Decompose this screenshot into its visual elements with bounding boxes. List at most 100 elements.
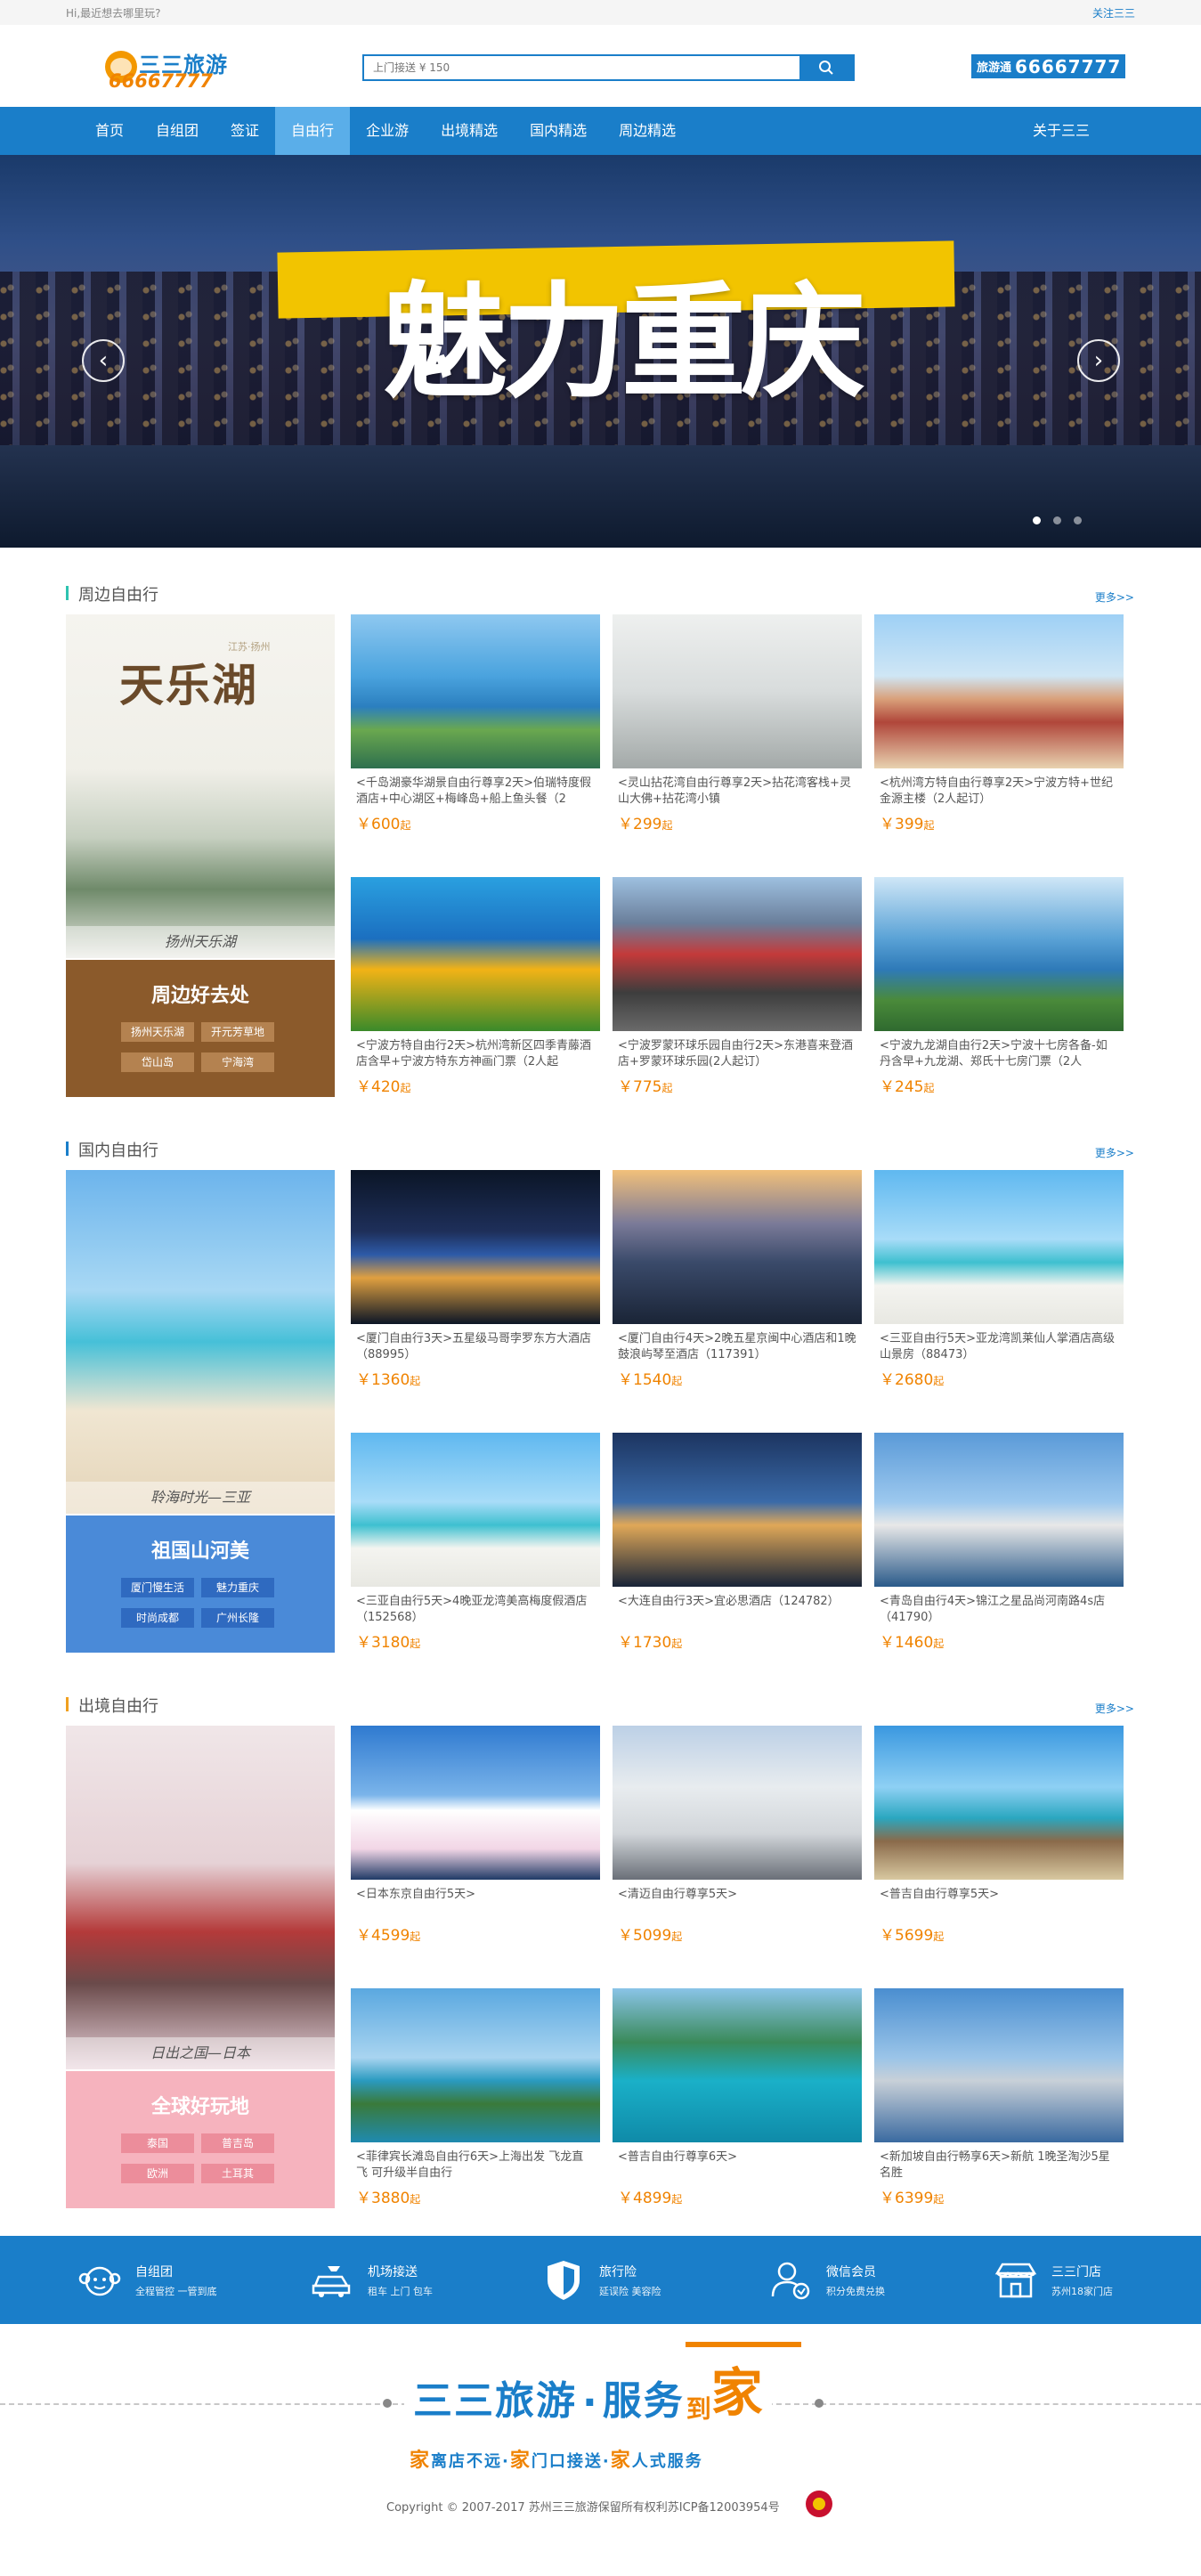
nav-item-group[interactable]: 自组团 [140,107,215,155]
product-image[interactable] [874,1988,1124,2142]
product-card[interactable]: <灵山拈花湾自由行尊享2天>拈花湾客栈+灵山大佛+拈花湾小镇 ￥299起 [613,614,862,857]
destination-tag[interactable]: 土耳其 [201,2164,274,2183]
nav-item-visa[interactable]: 签证 [215,107,275,155]
nav-item-home[interactable]: 首页 [79,107,140,155]
product-card[interactable]: <杭州湾方特自由行尊享2天>宁波方特+世纪金源主楼（2人起订） ￥399起 [874,614,1124,857]
follow-link[interactable]: 关注三三 [1092,5,1135,20]
feature-image[interactable]: 日出之国—日本 [66,1726,335,2069]
search-button[interactable] [799,56,853,79]
product-image[interactable] [351,1433,600,1587]
product-card[interactable]: <厦门自由行3天>五星级马哥孛罗东方大酒店（88995） ￥1360起 [351,1170,600,1412]
search-icon [819,61,833,75]
nav-item-about[interactable]: 关于三三 [1017,107,1106,155]
product-image[interactable] [351,1170,600,1324]
product-card[interactable]: <宁波方特自由行2天>杭州湾新区四季青藤酒店含早+宁波方特东方神画门票（2人起 ￥… [351,877,600,1119]
product-card[interactable]: <普吉自由行尊享6天> ￥4899起 [613,1988,862,2231]
product-image[interactable] [874,1433,1124,1587]
slogan-dao: 到 [686,2394,711,2424]
product-image[interactable] [874,877,1124,1031]
service-airport-transfer[interactable]: 机场接送 租车 上门 包车 [307,2254,433,2307]
product-card[interactable]: <宁波罗蒙环球乐园自由行2天>东港喜来登酒店+罗蒙环球乐园(2人起订） ￥775起 [613,877,862,1119]
product-card[interactable]: <千岛湖豪华湖景自由行尊享2天>伯瑞特度假酒店+中心湖区+梅峰岛+船上鱼头餐（2… [351,614,600,857]
destination-tag[interactable]: 泰国 [121,2133,194,2153]
product-description[interactable]: <宁波九龙湖自由行2天>宁波十七房各备-如丹含早+九龙湖、郑氏十七房门票（2人 [874,1038,1124,1070]
nav-item-nearby[interactable]: 周边精选 [603,107,692,155]
service-stores[interactable]: 三三门店 苏州18家门店 [991,2254,1113,2307]
product-image[interactable] [613,1433,862,1587]
more-link[interactable]: 更多>> [1095,1145,1134,1160]
product-image[interactable] [613,614,862,768]
nav-item-corporate[interactable]: 企业游 [350,107,425,155]
search-input[interactable] [364,56,799,79]
banner-next-button[interactable]: › [1077,339,1120,382]
product-image[interactable] [874,1170,1124,1324]
service-wechat-member[interactable]: 微信会员 积分免费兑换 [766,2254,885,2307]
banner-dot[interactable] [1053,516,1061,524]
footer: 三三旅游 · 服务 到 家 家离店不远·家门口接送·家人式服务 Copyrigh… [0,2324,1201,2576]
product-card[interactable]: <大连自由行3天>宜必思酒店（124782） ￥1730起 [613,1433,862,1675]
product-description[interactable]: <厦门自由行3天>五星级马哥孛罗东方大酒店（88995） [351,1331,600,1363]
product-description[interactable]: <三亚自由行5天>亚龙湾凯莱仙人掌酒店高级山景房（88473） [874,1331,1124,1363]
destination-tag[interactable]: 岱山岛 [121,1052,194,1072]
logo[interactable]: 三三旅游 66667777 [105,47,230,92]
banner-dot[interactable] [1074,516,1082,524]
destination-tag[interactable]: 欧洲 [121,2164,194,2183]
banner-dot[interactable] [1033,516,1041,524]
destination-tag[interactable]: 宁海湾 [201,1052,274,1072]
nav-item-outbound[interactable]: 出境精选 [425,107,514,155]
product-card[interactable]: <菲律宾长滩岛自由行6天>上海出发 飞龙直飞 可升级半自由行 ￥3880起 [351,1988,600,2231]
feature-image[interactable]: 江苏·扬州 天乐湖 扬州天乐湖 [66,614,335,958]
product-description[interactable]: <普吉自由行尊享5天> [874,1887,1124,1919]
service-group-tour[interactable]: 自组团 全程管控 一管到底 [75,2254,217,2307]
product-card[interactable]: <厦门自由行4天>2晚五星京闽中心酒店和1晚鼓浪屿琴至酒店（117391） ￥15… [613,1170,862,1412]
product-description[interactable]: <日本东京自由行5天> [351,1887,600,1919]
product-card[interactable]: <三亚自由行5天>亚龙湾凯莱仙人掌酒店高级山景房（88473） ￥2680起 [874,1170,1124,1412]
product-description[interactable]: <杭州湾方特自由行尊享2天>宁波方特+世纪金源主楼（2人起订） [874,776,1124,808]
product-description[interactable]: <普吉自由行尊享6天> [613,2149,862,2182]
nav-item-domestic[interactable]: 国内精选 [514,107,603,155]
more-link[interactable]: 更多>> [1095,589,1134,605]
product-image[interactable] [874,1726,1124,1880]
destination-tag[interactable]: 普吉岛 [201,2133,274,2153]
product-description[interactable]: <宁波罗蒙环球乐园自由行2天>东港喜来登酒店+罗蒙环球乐园(2人起订） [613,1038,862,1070]
product-description[interactable]: <菲律宾长滩岛自由行6天>上海出发 飞龙直飞 可升级半自由行 [351,2149,600,2182]
nav-item-free-travel[interactable]: 自由行 [275,107,351,155]
product-image[interactable] [613,877,862,1031]
product-image[interactable] [613,1726,862,1880]
product-description[interactable]: <大连自由行3天>宜必思酒店（124782） [613,1594,862,1626]
destination-tag[interactable]: 广州长隆 [201,1608,274,1628]
product-image[interactable] [351,877,600,1031]
product-description[interactable]: <厦门自由行4天>2晚五星京闽中心酒店和1晚鼓浪屿琴至酒店（117391） [613,1331,862,1363]
product-image[interactable] [351,614,600,768]
product-description[interactable]: <清迈自由行尊享5天> [613,1887,862,1919]
product-image[interactable] [613,1170,862,1324]
product-card[interactable]: <日本东京自由行5天> ￥4599起 [351,1726,600,1968]
police-badge-icon[interactable] [806,2491,832,2517]
product-description[interactable]: <宁波方特自由行2天>杭州湾新区四季青藤酒店含早+宁波方特东方神画门票（2人起 [351,1038,600,1070]
product-card[interactable]: <普吉自由行尊享5天> ￥5699起 [874,1726,1124,1968]
product-description[interactable]: <千岛湖豪华湖景自由行尊享2天>伯瑞特度假酒店+中心湖区+梅峰岛+船上鱼头餐（2 [351,776,600,808]
more-link[interactable]: 更多>> [1095,1701,1134,1716]
section-header: 国内自由行 更多>> [66,1134,1134,1161]
product-card[interactable]: <清迈自由行尊享5天> ￥5099起 [613,1726,862,1968]
product-image[interactable] [351,1726,600,1880]
product-image[interactable] [613,1988,862,2142]
product-description[interactable]: <灵山拈花湾自由行尊享2天>拈花湾客栈+灵山大佛+拈花湾小镇 [613,776,862,808]
product-image[interactable] [351,1988,600,2142]
product-card[interactable]: <青岛自由行4天>锦江之星品尚河南路4s店（41790） ￥1460起 [874,1433,1124,1675]
product-card[interactable]: <新加坡自由行畅享6天>新航 1晚圣淘沙5星名胜 ￥6399起 [874,1988,1124,2231]
destination-tag[interactable]: 时尚成都 [121,1608,194,1628]
product-card[interactable]: <三亚自由行5天>4晚亚龙湾美高梅度假酒店（152568） ￥3180起 [351,1433,600,1675]
product-card[interactable]: <宁波九龙湖自由行2天>宁波十七房各备-如丹含早+九龙湖、郑氏十七房门票（2人 ￥… [874,877,1124,1119]
feature-image[interactable]: 聆海时光—三亚 [66,1170,335,1514]
destination-tag[interactable]: 魅力重庆 [201,1578,274,1597]
banner-prev-button[interactable]: ‹ [82,339,125,382]
destination-tag[interactable]: 开元芳草地 [201,1022,274,1042]
product-description[interactable]: <青岛自由行4天>锦江之星品尚河南路4s店（41790） [874,1594,1124,1626]
destination-tag[interactable]: 扬州天乐湖 [121,1022,194,1042]
product-description[interactable]: <三亚自由行5天>4晚亚龙湾美高梅度假酒店（152568） [351,1594,600,1626]
service-insurance[interactable]: 旅行险 延误险 美容险 [539,2254,661,2307]
product-description[interactable]: <新加坡自由行畅享6天>新航 1晚圣淘沙5星名胜 [874,2149,1124,2182]
destination-tag[interactable]: 厦门慢生活 [121,1578,194,1597]
product-image[interactable] [874,614,1124,768]
